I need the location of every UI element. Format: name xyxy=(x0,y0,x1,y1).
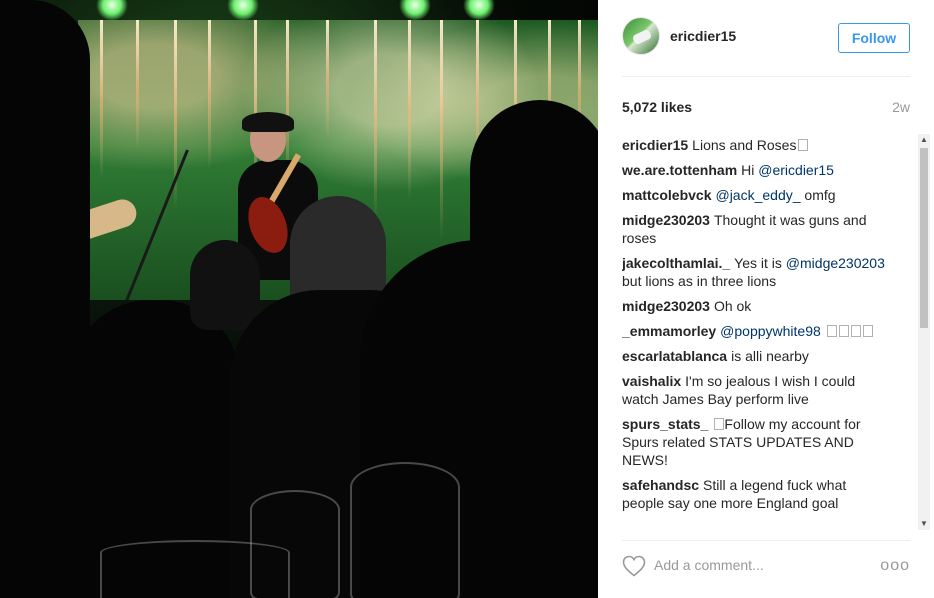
comment-username[interactable]: _emmamorley xyxy=(622,323,716,339)
comment-username[interactable]: midge230203 xyxy=(622,212,710,228)
comment-text: Yes it is xyxy=(734,255,786,271)
avatar[interactable] xyxy=(622,17,660,55)
emoji-placeholder-icon xyxy=(798,139,809,151)
comment-username[interactable]: safehandsc xyxy=(622,477,699,493)
post-header: ericdier15 Follow xyxy=(622,17,910,77)
post-photo xyxy=(0,0,598,598)
comment-username[interactable]: mattcolebvck xyxy=(622,187,711,203)
comment-text: Oh ok xyxy=(713,298,752,314)
more-options-icon[interactable]: ooo xyxy=(880,557,910,575)
mention-link[interactable]: @ericdier15 xyxy=(758,162,834,178)
list-item: midge230203 Thought it was guns and roses xyxy=(622,211,892,247)
likes-count[interactable]: 5,072 likes xyxy=(622,99,692,115)
comment-composer: ooo xyxy=(622,540,910,586)
comment-username[interactable]: vaishalix xyxy=(622,373,681,389)
scroll-down-icon[interactable]: ▼ xyxy=(918,518,930,530)
emoji-placeholder-icon xyxy=(862,325,873,337)
wine-glass xyxy=(100,540,290,598)
post-time[interactable]: 2w xyxy=(892,99,910,115)
list-item: vaishalix I'm so jealous I wish I could w… xyxy=(622,372,892,408)
comments-scrollbar[interactable]: ▲ ▼ xyxy=(918,134,930,530)
list-item: mattcolebvck @jack_eddy_ omfg xyxy=(622,186,892,204)
mention-link[interactable]: @jack_eddy_ xyxy=(715,187,800,203)
comment-text: Lions and Roses xyxy=(692,137,797,153)
comment-text: omfg xyxy=(800,187,836,203)
emoji-placeholder-icon xyxy=(714,418,725,430)
username[interactable]: ericdier15 xyxy=(670,28,736,44)
comment-list: ericdier15 Lions and Roses we.are.tottenh… xyxy=(622,136,910,532)
comment-text: Hi xyxy=(741,162,759,178)
follow-button[interactable]: Follow xyxy=(838,23,910,53)
mention-link[interactable]: @midge230203 xyxy=(786,255,885,271)
comment-username[interactable]: jakecolthamlai._ xyxy=(622,255,730,271)
emoji-placeholder-icon xyxy=(838,325,849,337)
list-item: jakecolthamlai._ Yes it is @midge230203 b… xyxy=(622,254,892,290)
comment-text: but lions as in three lions xyxy=(622,273,777,289)
comment-username[interactable]: we.are.tottenham xyxy=(622,162,737,178)
comment-username[interactable]: ericdier15 xyxy=(622,137,688,153)
scroll-thumb[interactable] xyxy=(920,148,928,328)
hat xyxy=(242,112,294,132)
post-details-panel: ericdier15 Follow 5,072 likes 2w ericdie… xyxy=(598,0,934,598)
emoji-placeholder-icon xyxy=(826,325,837,337)
emoji-placeholder-icon xyxy=(850,325,861,337)
list-item: midge230203 Oh ok xyxy=(622,297,892,315)
list-item: spurs_stats_ Follow my account for Spurs … xyxy=(622,415,892,469)
comment-username[interactable]: midge230203 xyxy=(622,298,710,314)
comment-text: is alli nearby xyxy=(731,348,809,364)
scroll-up-icon[interactable]: ▲ xyxy=(918,134,930,146)
post-stats: 5,072 likes 2w xyxy=(622,99,910,117)
list-item: _emmamorley @poppywhite98 xyxy=(622,322,892,340)
heart-icon[interactable] xyxy=(622,555,646,577)
list-item: we.are.tottenham Hi @ericdier15 xyxy=(622,161,892,179)
wine-glass xyxy=(350,462,460,598)
list-item: escarlatablanca is alli nearby xyxy=(622,347,892,365)
list-item: safehandsc Still a legend fuck what peopl… xyxy=(622,476,892,512)
list-item: ericdier15 Lions and Roses xyxy=(622,136,892,154)
add-comment-input[interactable] xyxy=(654,555,874,575)
mention-link[interactable]: @poppywhite98 xyxy=(720,323,821,339)
comment-username[interactable]: spurs_stats_ xyxy=(622,416,708,432)
comment-username[interactable]: escarlatablanca xyxy=(622,348,727,364)
